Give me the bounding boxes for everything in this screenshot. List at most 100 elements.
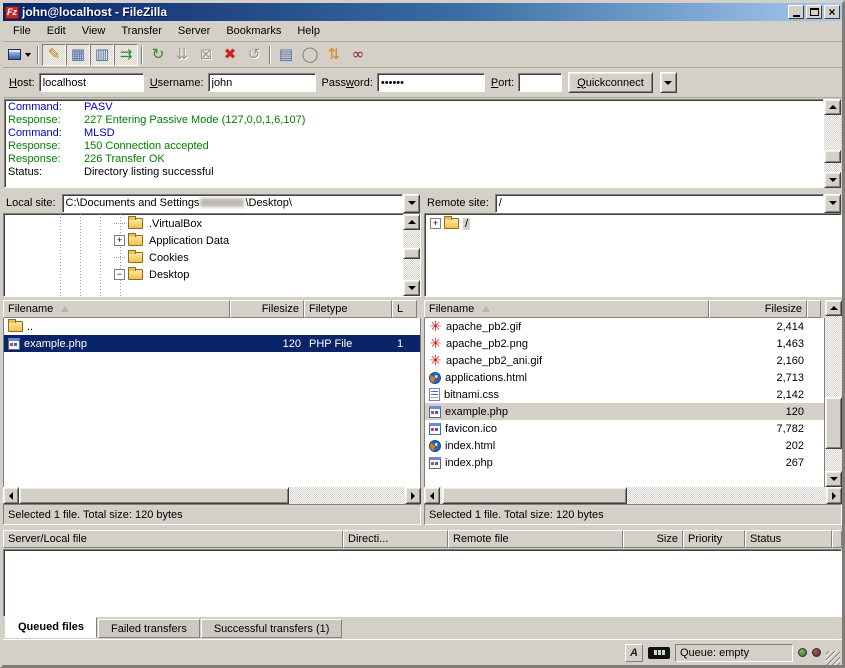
menu-help[interactable]: Help (289, 23, 328, 39)
process-queue-button: ⇊ (170, 44, 194, 66)
host-input[interactable] (39, 73, 144, 92)
scroll-track[interactable] (440, 487, 826, 504)
synchronized-browsing-button[interactable]: ⇅ (322, 44, 346, 66)
port-input[interactable] (518, 73, 562, 92)
file-row[interactable]: .. (4, 318, 420, 335)
queue-column-directi[interactable]: Directi... (343, 530, 448, 548)
minus-expander-icon[interactable]: − (114, 269, 125, 280)
local-tree-scrollbar[interactable] (403, 214, 420, 296)
file-row[interactable]: ✳apache_pb2.gif2,414 (425, 318, 824, 335)
scroll-up-button[interactable] (825, 300, 842, 316)
remote-site-combobox[interactable]: / (495, 194, 841, 213)
column-header-filename[interactable]: Filename (424, 300, 709, 318)
close-button[interactable]: × (824, 5, 840, 19)
directory-listing-filter-button[interactable]: ▤ (274, 44, 298, 66)
file-row[interactable]: index.php267 (425, 454, 824, 471)
menu-transfer[interactable]: Transfer (113, 23, 170, 39)
scroll-down-button[interactable] (824, 172, 841, 188)
file-row[interactable]: index.html202 (425, 437, 824, 454)
scroll-left-button[interactable] (3, 487, 19, 504)
menu-edit[interactable]: Edit (39, 23, 74, 39)
tab-successful-transfers-1[interactable]: Successful transfers (1) (201, 619, 343, 638)
local-path[interactable]: C:\Documents and Settings\Desktop\ (62, 194, 403, 213)
tab-queued-files[interactable]: Queued files (5, 617, 97, 638)
queue-column-status[interactable]: Status (745, 530, 832, 548)
menu-view[interactable]: View (74, 23, 114, 39)
scroll-down-button[interactable] (403, 280, 420, 296)
scroll-right-button[interactable] (826, 487, 842, 504)
log-scrollbar[interactable] (824, 99, 841, 188)
queue-column-remote-file[interactable]: Remote file (448, 530, 623, 548)
scroll-thumb[interactable] (403, 248, 420, 259)
refresh-file-lists-button[interactable]: ↻ (146, 44, 170, 66)
file-row[interactable]: bitnami.css2,142 (425, 386, 824, 403)
menu-server[interactable]: Server (170, 23, 218, 39)
scroll-up-button[interactable] (403, 214, 420, 230)
tree-item[interactable]: Cookies (4, 249, 403, 266)
tab-failed-transfers[interactable]: Failed transfers (98, 619, 200, 638)
cell: 1,463 (710, 335, 808, 352)
toggle-message-log-icon: ✎ (48, 47, 61, 62)
menu-bookmarks[interactable]: Bookmarks (218, 23, 289, 39)
file-row[interactable]: example.php120PHP File1 (4, 335, 420, 352)
toggle-local-tree-button[interactable]: ▦ (66, 44, 90, 66)
scroll-right-button[interactable] (405, 487, 421, 504)
file-row[interactable]: applications.html2,713 (425, 369, 824, 386)
toggle-transfer-queue-button[interactable]: ⇉ (114, 44, 138, 66)
toggle-message-log-button[interactable]: ✎ (42, 44, 66, 66)
disconnect-button[interactable]: ✖ (218, 44, 242, 66)
plus-expander-icon[interactable]: + (114, 235, 125, 246)
scroll-thumb[interactable] (824, 150, 841, 163)
transfer-queue-body[interactable] (3, 549, 842, 617)
local-site-combobox[interactable]: C:\Documents and Settings\Desktop\ (62, 194, 420, 213)
resize-grip[interactable] (826, 651, 840, 665)
remote-list-scrollbar[interactable] (825, 300, 842, 487)
tree-item[interactable]: −Desktop (4, 266, 403, 283)
column-header-filesize[interactable]: Filesize (709, 300, 807, 318)
plus-expander-icon[interactable]: + (430, 218, 441, 229)
file-row[interactable]: ✳apache_pb2_ani.gif2,160 (425, 352, 824, 369)
open-site-manager-button[interactable] (5, 44, 34, 66)
cell (231, 318, 305, 335)
file-row[interactable]: ✳apache_pb2.png1,463 (425, 335, 824, 352)
remote-path[interactable]: / (495, 194, 824, 213)
remote-list-hscrollbar[interactable] (424, 487, 842, 504)
column-header-l[interactable]: L (392, 300, 417, 318)
scroll-track[interactable] (824, 115, 841, 172)
column-header-filesize[interactable]: Filesize (230, 300, 304, 318)
scroll-left-button[interactable] (424, 487, 440, 504)
scroll-up-button[interactable] (824, 99, 841, 115)
username-input[interactable] (208, 73, 316, 92)
scroll-down-button[interactable] (825, 471, 842, 487)
scroll-thumb[interactable] (442, 487, 627, 504)
minimize-button[interactable] (788, 5, 804, 19)
menu-file[interactable]: File (5, 23, 39, 39)
scroll-thumb[interactable] (19, 487, 289, 504)
quickconnect-dropdown-button[interactable] (660, 72, 677, 93)
scroll-track[interactable] (825, 316, 842, 471)
local-list-hscrollbar[interactable] (3, 487, 421, 504)
remote-site-dropdown-button[interactable] (824, 194, 841, 213)
local-site-dropdown-button[interactable] (403, 194, 420, 213)
scroll-thumb[interactable] (825, 397, 842, 450)
column-header-filetype[interactable]: Filetype (304, 300, 392, 318)
toggle-remote-tree-button[interactable]: ▥ (90, 44, 114, 66)
quickconnect-button[interactable]: Quickconnect (568, 72, 653, 93)
file-row[interactable]: favicon.ico7,782 (425, 420, 824, 437)
queue-column-priority[interactable]: Priority (683, 530, 745, 548)
tree-item-label: / (463, 218, 470, 230)
tree-item[interactable]: +/ (425, 215, 841, 232)
column-header-filename[interactable]: Filename (3, 300, 230, 318)
file-row[interactable]: example.php120 (425, 403, 824, 420)
scroll-track[interactable] (403, 230, 420, 280)
password-input[interactable] (377, 73, 485, 92)
filename-text: applications.html (445, 372, 527, 384)
find-files-button[interactable]: ∞ (346, 44, 370, 66)
tree-item[interactable]: +Application Data (4, 232, 403, 249)
scroll-track[interactable] (19, 487, 405, 504)
maximize-button[interactable] (806, 5, 822, 19)
tree-item[interactable]: .VirtualBox (4, 215, 403, 232)
compare-directories-button[interactable]: ◯ (298, 44, 322, 66)
queue-column-server-local-file[interactable]: Server/Local file (3, 530, 343, 548)
queue-column-size[interactable]: Size (623, 530, 683, 548)
